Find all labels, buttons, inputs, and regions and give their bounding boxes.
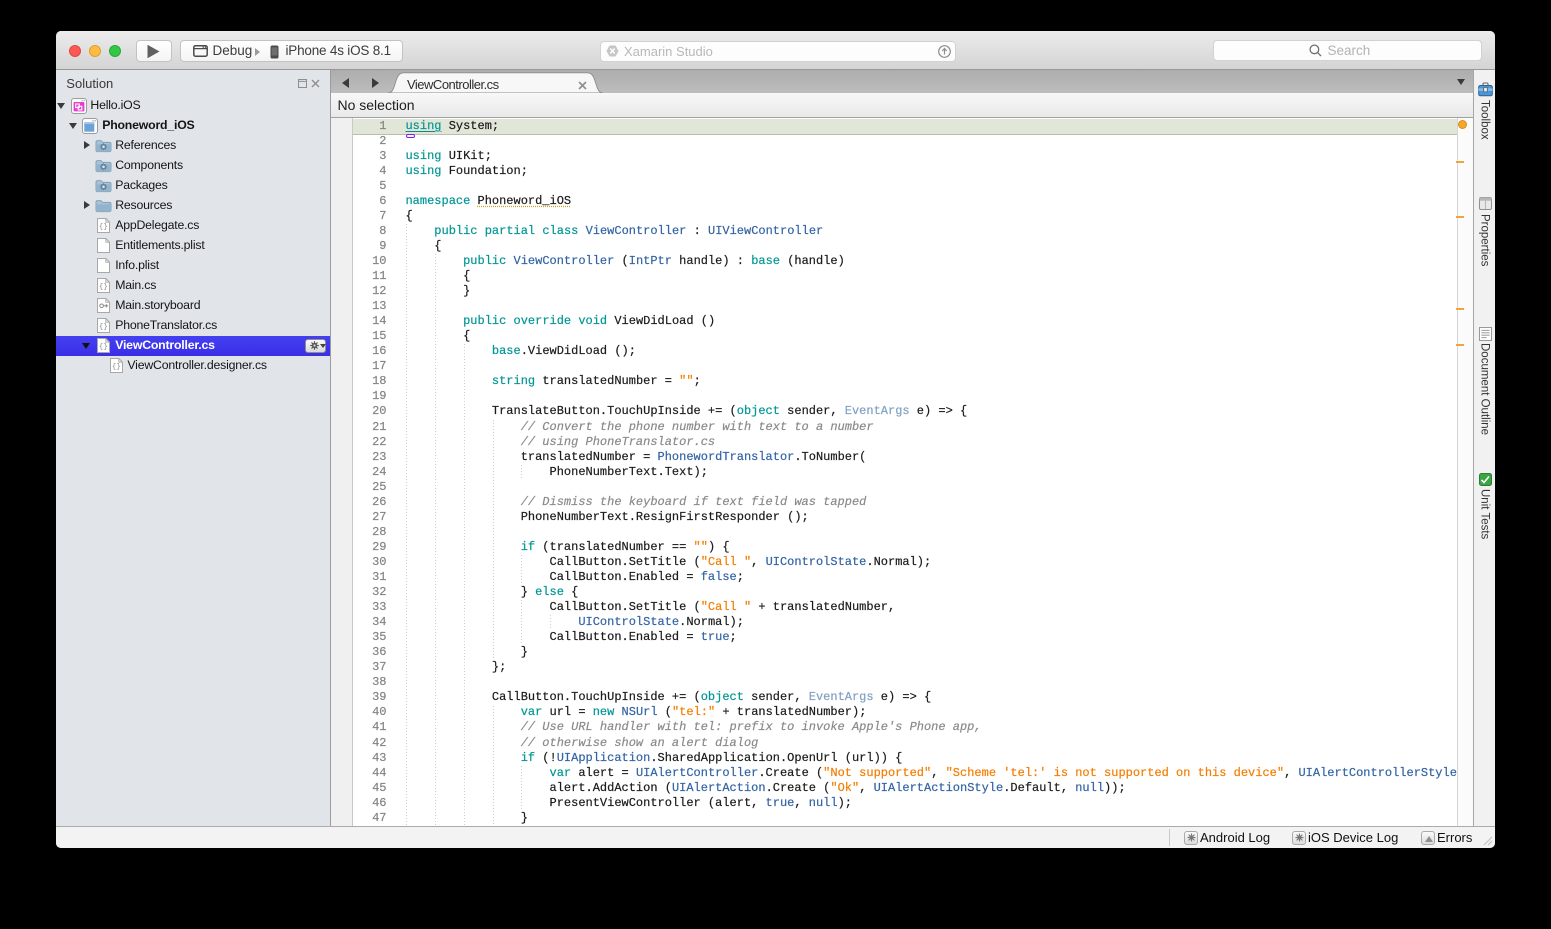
svg-text:{}: {} <box>112 363 121 371</box>
svg-text:{}: {} <box>98 223 107 231</box>
svg-text:{}: {} <box>98 283 107 291</box>
svg-text:{}: {} <box>98 323 107 331</box>
svg-text:{}: {} <box>98 343 107 351</box>
